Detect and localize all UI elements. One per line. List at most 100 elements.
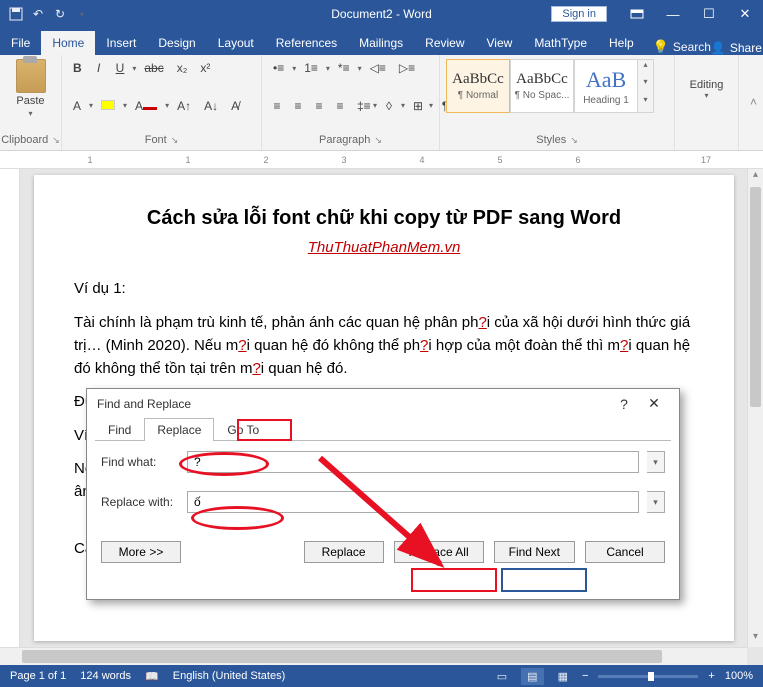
zoom-value[interactable]: 100%: [725, 670, 753, 682]
page-indicator[interactable]: Page 1 of 1: [10, 670, 66, 682]
close-icon[interactable]: ✕: [639, 395, 669, 412]
find-replace-dialog: Find and Replace ? ✕ Find Replace Go To …: [86, 388, 680, 600]
horizontal-scrollbar[interactable]: [0, 647, 747, 665]
tab-replace[interactable]: Replace: [144, 418, 214, 441]
text-effects-button[interactable]: A: [68, 97, 86, 115]
underline-button[interactable]: U: [111, 59, 130, 77]
italic-button[interactable]: I: [90, 59, 108, 77]
dialog-launcher-icon[interactable]: ↘: [52, 135, 60, 146]
web-layout-icon[interactable]: ▦: [554, 670, 572, 683]
tab-design[interactable]: Design: [147, 31, 206, 55]
dialog-launcher-icon[interactable]: ↘: [374, 135, 382, 146]
align-center-button[interactable]: ≡: [289, 97, 307, 115]
zoom-in-icon[interactable]: +: [708, 670, 714, 682]
replace-with-label: Replace with:: [101, 495, 179, 509]
clear-format-button[interactable]: A̸: [226, 97, 244, 115]
group-paragraph: •≡▾ 1≡▾ *≡▾ ◁≡ ▷≡ ≡ ≡ ≡ ≡ ‡≡▾ ◊▾ ⊞▾ ¶ Pa…: [262, 55, 440, 150]
align-right-button[interactable]: ≡: [310, 97, 328, 115]
language[interactable]: English (United States): [173, 670, 286, 682]
print-layout-icon[interactable]: ▤: [521, 668, 543, 685]
scroll-down-icon[interactable]: ▾: [748, 631, 763, 647]
editing-button[interactable]: Editing ▾: [681, 59, 732, 119]
zoom-slider[interactable]: [598, 675, 698, 678]
tab-mathtype[interactable]: MathType: [523, 31, 598, 55]
dialog-launcher-icon[interactable]: ↘: [570, 135, 578, 146]
collapse-ribbon[interactable]: ˄: [739, 55, 763, 150]
close-icon[interactable]: ✕: [727, 0, 763, 28]
dialog-title: Find and Replace: [97, 397, 191, 411]
tab-review[interactable]: Review: [414, 31, 475, 55]
style-normal[interactable]: AaBbCc¶ Normal: [446, 59, 510, 113]
replace-button[interactable]: Replace: [304, 541, 384, 563]
align-left-button[interactable]: ≡: [268, 97, 286, 115]
zoom-out-icon[interactable]: −: [582, 670, 588, 682]
qat-dropdown-icon[interactable]: ▾: [74, 6, 90, 22]
increase-indent-button[interactable]: ▷≡: [394, 59, 420, 77]
replace-all-button[interactable]: Replace All: [394, 541, 484, 563]
dialog-launcher-icon[interactable]: ↘: [171, 135, 179, 146]
maximize-icon[interactable]: ☐: [691, 0, 727, 28]
redo-icon[interactable]: ↻: [52, 6, 68, 22]
group-font: B I U▾ abc x₂ x² A▾ ▾ A▾ A↑ A↓ A̸ Font↘: [62, 55, 262, 150]
tab-file[interactable]: File: [0, 31, 41, 55]
find-what-label: Find what:: [101, 455, 179, 469]
tab-view[interactable]: View: [476, 31, 524, 55]
tab-mailings[interactable]: Mailings: [348, 31, 414, 55]
highlight-button[interactable]: [96, 97, 120, 115]
clipboard-label: Clipboard: [1, 134, 48, 146]
tab-goto[interactable]: Go To: [214, 418, 272, 441]
word-count[interactable]: 124 words: [80, 670, 131, 682]
bold-button[interactable]: B: [68, 59, 87, 77]
tab-layout[interactable]: Layout: [207, 31, 265, 55]
share-button[interactable]: 👤Share: [711, 41, 763, 55]
find-next-button[interactable]: Find Next: [494, 541, 575, 563]
decrease-indent-button[interactable]: ◁≡: [365, 59, 391, 77]
scroll-up-icon[interactable]: ▴: [748, 169, 763, 185]
style-no-spacing[interactable]: AaBbCc¶ No Spac...: [510, 59, 574, 113]
share-label: Share: [730, 41, 762, 55]
replace-with-input[interactable]: [187, 491, 639, 513]
save-icon[interactable]: [8, 6, 24, 22]
superscript-button[interactable]: x²: [195, 59, 215, 77]
undo-icon[interactable]: ↶: [30, 6, 46, 22]
ruler-horizontal[interactable]: 1 1 2 3 4 5 6 17: [0, 151, 763, 169]
styles-more[interactable]: ▴▾▾: [638, 59, 654, 113]
paste-button[interactable]: Paste ▾: [6, 59, 55, 118]
scroll-thumb[interactable]: [750, 187, 761, 407]
borders-button[interactable]: ⊞: [408, 97, 426, 115]
signin-button[interactable]: Sign in: [551, 6, 607, 22]
numbering-button[interactable]: 1≡: [299, 59, 323, 77]
grow-font-button[interactable]: A↑: [172, 97, 196, 115]
chevron-down-icon: ▾: [704, 91, 708, 100]
shading-button[interactable]: ◊: [380, 97, 398, 115]
replace-history-dropdown[interactable]: ▾: [647, 491, 665, 513]
tab-references[interactable]: References: [265, 31, 348, 55]
tab-insert[interactable]: Insert: [95, 31, 147, 55]
vertical-scrollbar[interactable]: ▴ ▾: [747, 169, 763, 647]
subscript-button[interactable]: x₂: [172, 59, 193, 77]
strike-button[interactable]: abc: [139, 59, 168, 77]
scroll-thumb[interactable]: [22, 650, 662, 663]
ruler-vertical[interactable]: [0, 169, 20, 647]
read-mode-icon[interactable]: ▭: [493, 670, 511, 683]
justify-button[interactable]: ≡: [331, 97, 349, 115]
bullets-button[interactable]: •≡: [268, 59, 289, 77]
multilevel-button[interactable]: *≡: [333, 59, 355, 77]
style-heading1[interactable]: AaBHeading 1: [574, 59, 638, 113]
line-spacing-button[interactable]: ‡≡: [352, 97, 370, 115]
shrink-font-button[interactable]: A↓: [199, 97, 223, 115]
find-what-input[interactable]: [187, 451, 639, 473]
tell-me-search[interactable]: 💡Search: [653, 39, 711, 55]
find-history-dropdown[interactable]: ▾: [647, 451, 665, 473]
proofing-icon[interactable]: 📖: [145, 670, 159, 683]
font-color-button[interactable]: A: [130, 97, 162, 115]
more-button[interactable]: More >>: [101, 541, 181, 563]
tab-find[interactable]: Find: [95, 418, 144, 441]
help-icon[interactable]: ?: [609, 396, 639, 412]
cancel-button[interactable]: Cancel: [585, 541, 665, 563]
minimize-icon[interactable]: —: [655, 0, 691, 28]
tab-home[interactable]: Home: [41, 31, 95, 55]
font-label: Font: [145, 134, 167, 146]
ribbon-options-icon[interactable]: [619, 0, 655, 28]
tab-help[interactable]: Help: [598, 31, 645, 55]
